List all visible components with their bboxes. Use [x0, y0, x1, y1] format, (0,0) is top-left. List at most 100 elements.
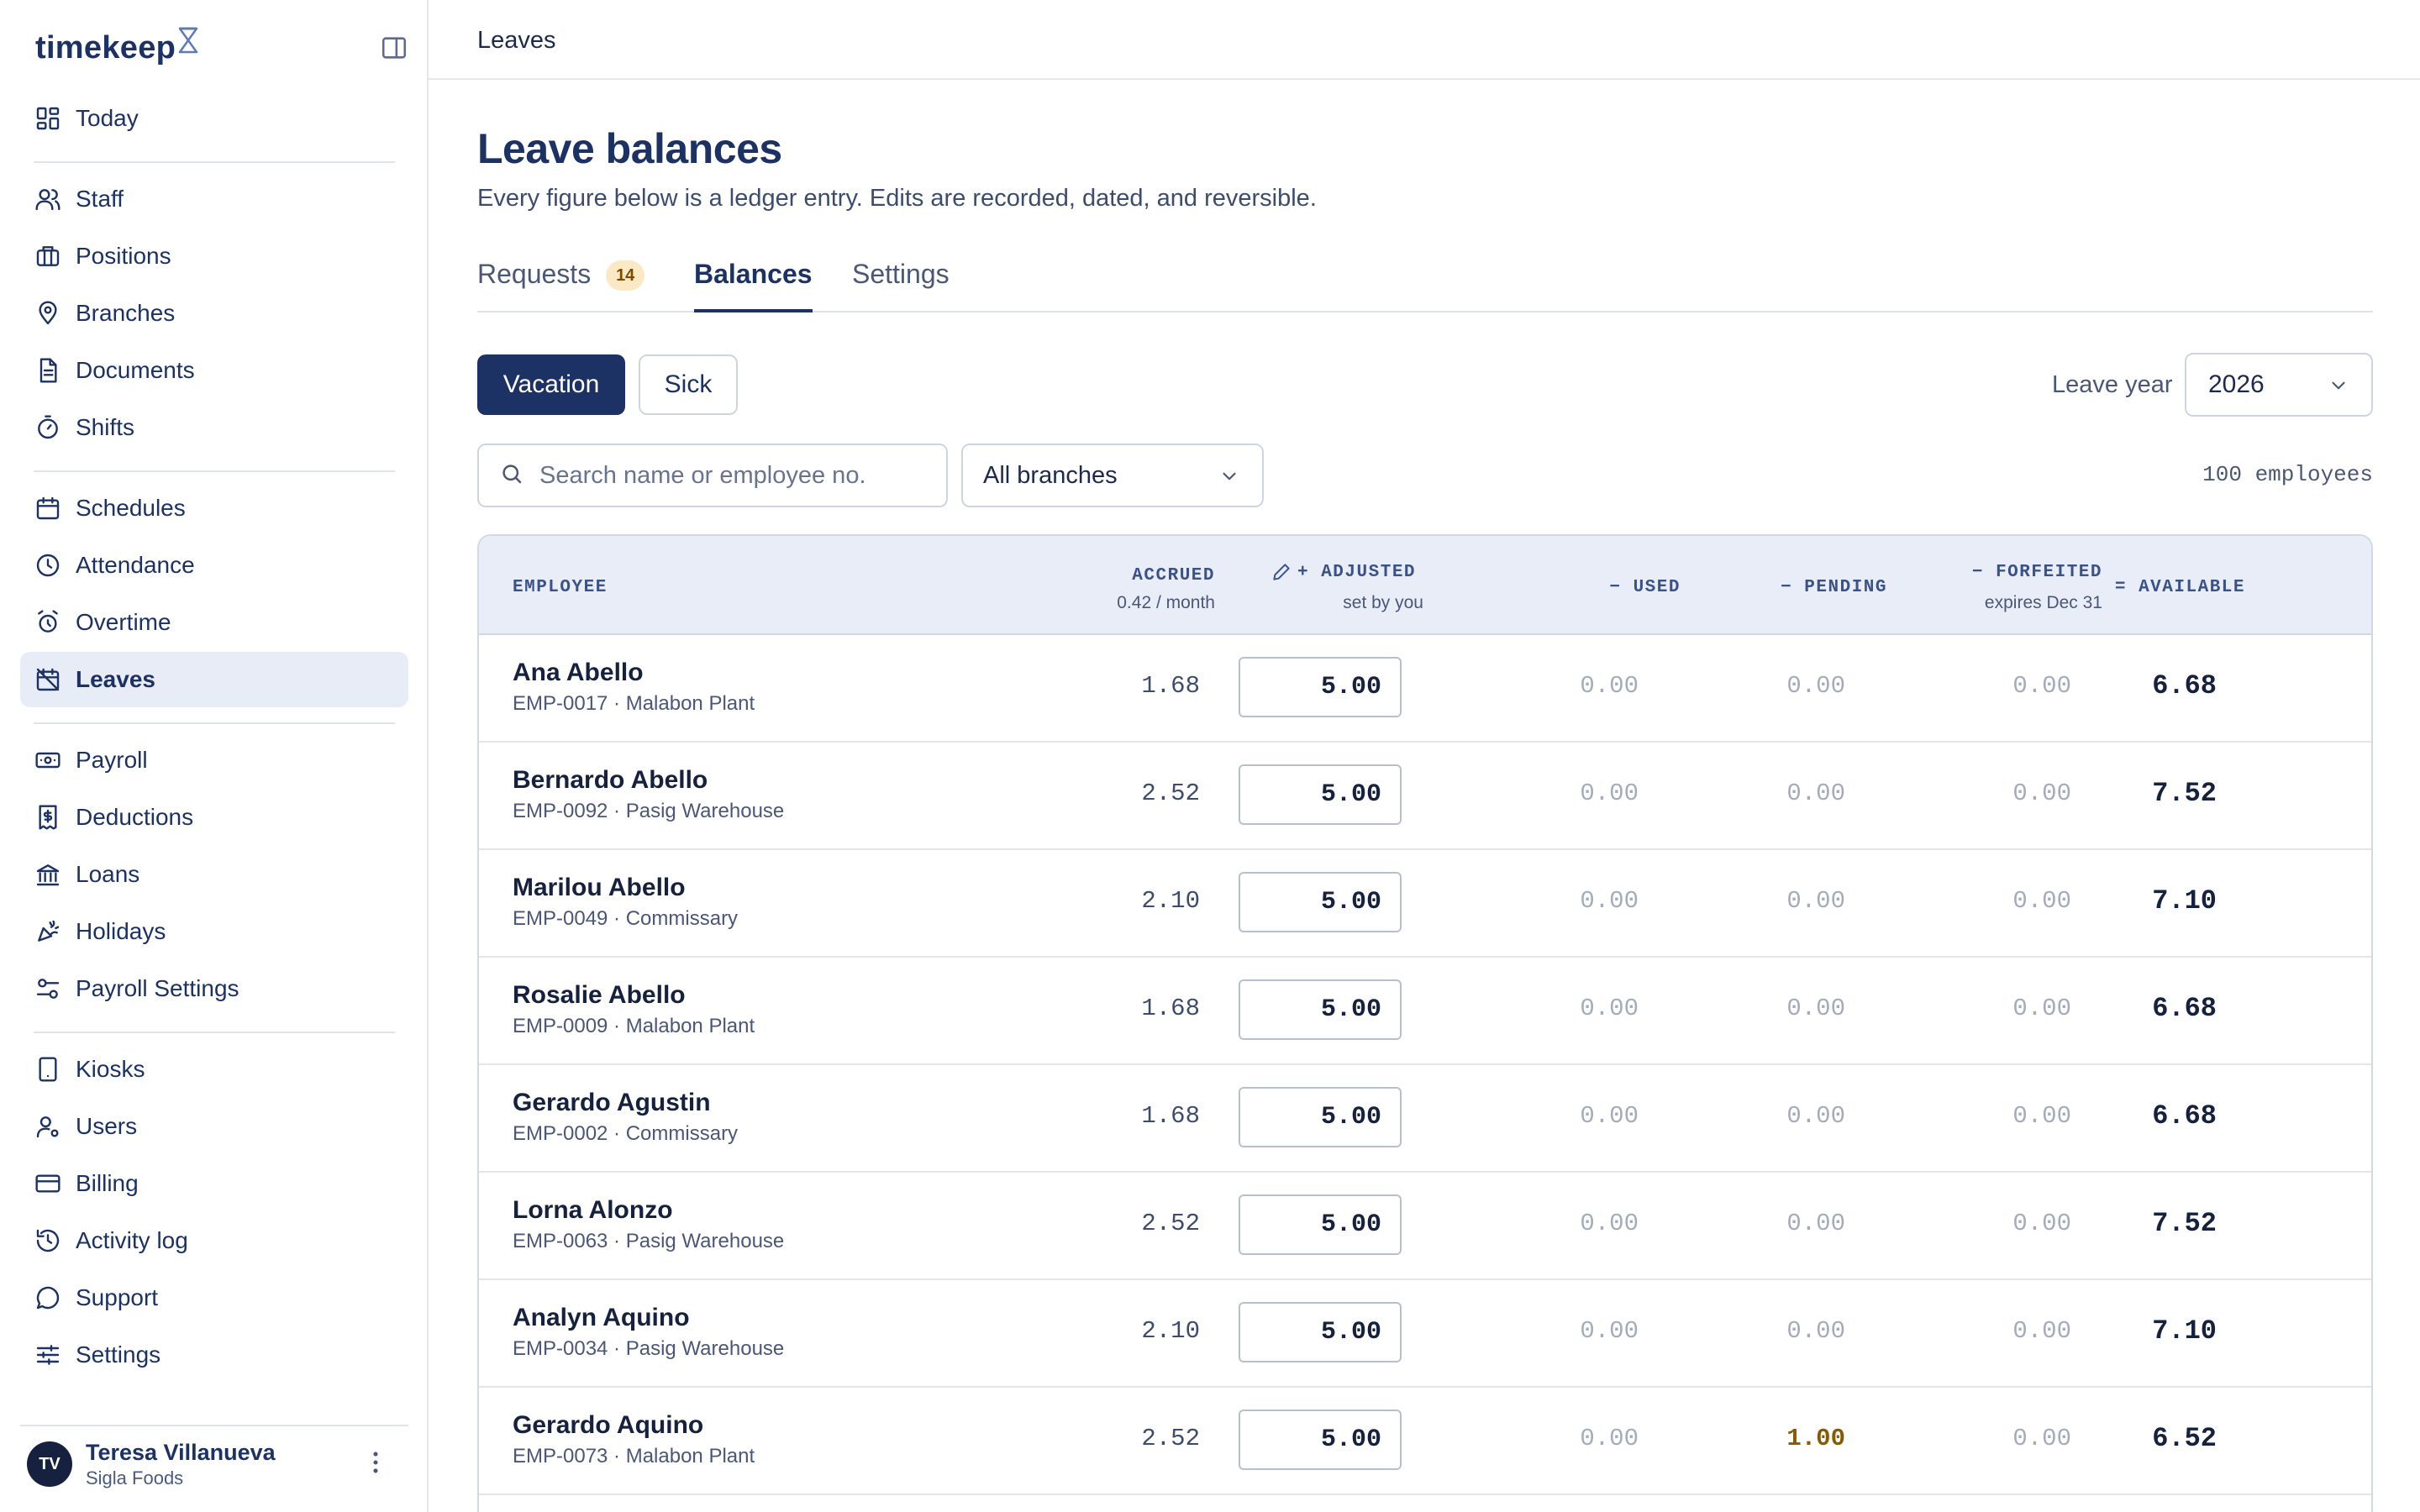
- sidebar-item-support[interactable]: Support: [20, 1270, 408, 1326]
- employee-name[interactable]: Gerardo Agustin: [513, 1089, 711, 1117]
- forfeited-value: 0.00: [2012, 780, 2071, 807]
- adjusted-input[interactable]: 5.00: [1239, 1302, 1402, 1362]
- sidebar-item-label: Today: [76, 105, 139, 131]
- sidebar-item-label: Payroll Settings: [76, 975, 239, 1001]
- table-row[interactable]: Gerardo Agustin EMP-0002 · Commissary 1.68…: [479, 1065, 2371, 1173]
- adjusted-input[interactable]: 5.00: [1239, 1194, 1402, 1255]
- available-value: 6.68: [2152, 993, 2217, 1024]
- col-available[interactable]: = AVAILABLE: [2109, 578, 2245, 597]
- branch-filter-select[interactable]: All branches: [961, 444, 1264, 507]
- user-divider: [20, 1425, 408, 1426]
- used-value: 0.00: [1580, 1210, 1639, 1237]
- adjusted-input[interactable]: 5.00: [1239, 872, 1402, 932]
- tab-balances[interactable]: Balances: [694, 259, 813, 312]
- sidebar-item-label: Loans: [76, 861, 140, 887]
- table-row[interactable]: Lorna Alonzo EMP-0063 · Pasig Warehouse 2.…: [479, 1173, 2371, 1280]
- sidebar-item-payroll[interactable]: Payroll: [20, 732, 408, 788]
- nav-divider: [34, 1032, 395, 1033]
- employee-name[interactable]: Ana Abello: [513, 659, 644, 687]
- sidebar-item-documents[interactable]: Documents: [20, 343, 408, 398]
- col-used[interactable]: − USED: [1546, 578, 1681, 597]
- used-value: 0.00: [1580, 887, 1639, 915]
- sidebar-item-shifts[interactable]: Shifts: [20, 400, 408, 455]
- col-pending[interactable]: − PENDING: [1706, 578, 1887, 597]
- employee-name[interactable]: Rosalie Abello: [513, 981, 686, 1010]
- table-row[interactable]: Bernardo Abello EMP-0092 · Pasig Warehous…: [479, 743, 2371, 850]
- sidebar-item-today[interactable]: Today: [20, 91, 408, 146]
- pending-value: 0.00: [1786, 1210, 1845, 1237]
- accrued-value: 2.10: [1141, 887, 1200, 915]
- sidebar-item-overtime[interactable]: Overtime: [20, 595, 408, 650]
- adjusted-input[interactable]: 5.00: [1239, 657, 1402, 717]
- table-row[interactable]: Ana Abello EMP-0017 · Malabon Plant 1.68 5.…: [479, 635, 2371, 743]
- user-menu[interactable]: TV Teresa Villanueva Sigla Foods: [27, 1436, 402, 1492]
- tab-requests[interactable]: Requests 14: [477, 259, 645, 312]
- sick-button[interactable]: Sick: [639, 354, 738, 415]
- table-row[interactable]: Analyn Aquino EMP-0034 · Pasig Warehouse 2…: [479, 1280, 2371, 1388]
- sidebar-item-payroll-settings[interactable]: Payroll Settings: [20, 961, 408, 1016]
- sidebar-item-holidays[interactable]: Holidays: [20, 904, 408, 959]
- table-row[interactable]: Rosalie Abello EMP-0009 · Malabon Plant 1.…: [479, 958, 2371, 1065]
- stopwatch-icon: [34, 413, 62, 442]
- col-forfeited-sub: expires Dec 31: [1984, 593, 2102, 612]
- sidebar-item-label: Documents: [76, 357, 195, 383]
- requests-count-badge: 14: [606, 260, 645, 291]
- search-icon: [499, 461, 524, 491]
- tab-settings[interactable]: Settings: [852, 259, 950, 312]
- available-value: 7.10: [2152, 885, 2217, 916]
- sidebar-item-branches[interactable]: Branches: [20, 286, 408, 341]
- sidebar-item-deductions[interactable]: Deductions: [20, 790, 408, 845]
- sidebar-item-label: Billing: [76, 1170, 139, 1196]
- sidebar-item-kiosks[interactable]: Kiosks: [20, 1042, 408, 1097]
- search-input[interactable]: [539, 461, 926, 490]
- sidebar-collapse-icon[interactable]: [380, 34, 408, 62]
- avatar: TV: [27, 1441, 72, 1487]
- col-employee[interactable]: EMPLOYEE: [513, 578, 608, 597]
- sidebar-item-activity-log[interactable]: Activity log: [20, 1213, 408, 1268]
- sidebar-item-attendance[interactable]: Attendance: [20, 538, 408, 593]
- accrued-value: 2.52: [1141, 1425, 1200, 1452]
- pending-value: 0.00: [1786, 995, 1845, 1022]
- nav-divider: [34, 722, 395, 724]
- sidebar-item-billing[interactable]: Billing: [20, 1156, 408, 1211]
- table-row[interactable]: Marilou Abello EMP-0049 · Commissary 2.10 5…: [479, 850, 2371, 958]
- adjusted-input[interactable]: 5.00: [1239, 979, 1402, 1040]
- sidebar-item-loans[interactable]: Loans: [20, 847, 408, 902]
- pencil-icon: [1270, 561, 1292, 587]
- employee-meta: EMP-0092 · Pasig Warehouse: [513, 800, 785, 822]
- employee-name[interactable]: Bernardo Abello: [513, 766, 708, 795]
- table-row[interactable]: Gerardo Aquino EMP-0073 · Malabon Plant 2.…: [479, 1388, 2371, 1495]
- adjusted-input[interactable]: 5.00: [1239, 1087, 1402, 1147]
- accrued-value: 2.10: [1141, 1317, 1200, 1345]
- vacation-button[interactable]: Vacation: [477, 354, 625, 415]
- balances-table: EMPLOYEE ACCRUED 0.42 / month + ADJUSTED…: [477, 534, 2373, 1512]
- sidebar-item-positions[interactable]: Positions: [20, 228, 408, 284]
- more-vertical-icon[interactable]: [361, 1448, 390, 1477]
- leave-year-select[interactable]: 2026: [2185, 353, 2373, 417]
- pending-value: 1.00: [1786, 1425, 1845, 1452]
- search-box[interactable]: [477, 444, 948, 507]
- sidebar-item-staff[interactable]: Staff: [20, 171, 408, 227]
- adjusted-input[interactable]: 5.00: [1239, 764, 1402, 825]
- employee-meta: EMP-0034 · Pasig Warehouse: [513, 1337, 785, 1360]
- sidebar-item-label: Deductions: [76, 804, 194, 830]
- sidebar-item-settings[interactable]: Settings: [20, 1327, 408, 1383]
- col-accrued[interactable]: ACCRUED: [1072, 566, 1215, 585]
- employee-name[interactable]: Analyn Aquino: [513, 1304, 690, 1332]
- used-value: 0.00: [1580, 672, 1639, 700]
- sidebar-item-leaves[interactable]: Leaves: [20, 652, 408, 707]
- employee-name[interactable]: Lorna Alonzo: [513, 1196, 673, 1225]
- adjusted-input[interactable]: 5.00: [1239, 1410, 1402, 1470]
- party-icon: [34, 917, 62, 946]
- sidebar-item-users[interactable]: Users: [20, 1099, 408, 1154]
- dashboard-icon: [34, 104, 62, 133]
- sidebar-item-label: Overtime: [76, 609, 171, 635]
- employee-name[interactable]: Gerardo Aquino: [513, 1411, 703, 1440]
- app-logo[interactable]: timekeep: [35, 27, 199, 66]
- employee-name[interactable]: Marilou Abello: [513, 874, 686, 902]
- col-adjusted[interactable]: + ADJUSTED: [1297, 563, 1416, 582]
- sidebar-item-label: Holidays: [76, 918, 166, 944]
- col-forfeited[interactable]: − FORFEITED: [1907, 563, 2102, 582]
- available-value: 6.68: [2152, 1100, 2217, 1131]
- sidebar-item-schedules[interactable]: Schedules: [20, 480, 408, 536]
